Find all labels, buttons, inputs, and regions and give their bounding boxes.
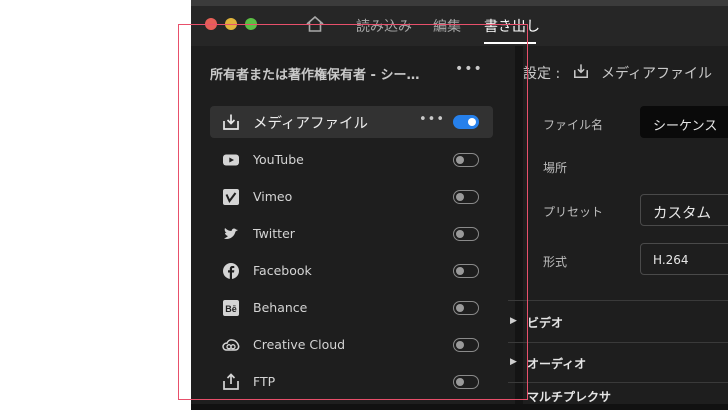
destination-label: Creative Cloud [253, 337, 346, 352]
settings-header: 設定 : [523, 66, 561, 82]
destination-label: メディアファイル [253, 116, 368, 132]
destination-toggle[interactable] [453, 338, 479, 352]
home-icon[interactable] [306, 16, 324, 32]
destination-toggle[interactable] [453, 264, 479, 278]
panel-divider[interactable] [515, 46, 523, 410]
premiere-export-window: 読み込み 編集 書き出し 所有者または著作権保有者 - シーケン… ••• メデ… [191, 0, 728, 410]
location-label: 場所 [543, 161, 568, 175]
active-tab-indicator [484, 42, 536, 44]
preset-value: カスタム [653, 206, 711, 222]
tab-edit[interactable]: 編集 [433, 16, 461, 36]
export-settings-panel: 設定 : メディアファイル ファイル名 シーケンス 場所 プリセット カスタム … [508, 46, 728, 410]
format-select[interactable]: H.264 [640, 243, 728, 275]
destination-toggle[interactable] [453, 153, 479, 167]
panel-more-icon[interactable]: ••• [455, 61, 483, 77]
section-label: オーディオ [527, 357, 587, 371]
title-bar: 読み込み 編集 書き出し [191, 6, 728, 46]
destination-label: YouTube [253, 152, 304, 167]
zoom-window-button[interactable] [245, 18, 257, 30]
destination-vimeo[interactable]: Vimeo [210, 181, 493, 213]
media-file-download-icon [574, 64, 588, 78]
preset-label: プリセット [543, 205, 604, 219]
media-file-download-icon [223, 114, 239, 130]
destination-creative-cloud[interactable]: Creative Cloud [210, 329, 493, 361]
filename-input[interactable]: シーケンス [640, 106, 728, 138]
ftp-upload-icon [223, 373, 239, 390]
destination-toggle[interactable] [453, 227, 479, 241]
facebook-icon [223, 263, 239, 279]
destinations-panel: 所有者または著作権保有者 - シーケン… ••• メディアファイル ••• Yo… [191, 46, 516, 410]
section-divider [508, 300, 728, 301]
format-value: H.264 [653, 253, 689, 267]
twitter-icon [224, 228, 238, 239]
section-label: ビデオ [527, 316, 564, 330]
filename-value: シーケンス [653, 119, 718, 134]
destination-toggle[interactable] [453, 301, 479, 315]
destination-twitter[interactable]: Twitter [210, 218, 493, 250]
destination-toggle[interactable] [453, 375, 479, 389]
destination-label: Behance [253, 300, 308, 315]
window-bottom-edge [191, 404, 728, 410]
minimize-window-button[interactable] [225, 18, 237, 30]
format-label: 形式 [543, 255, 568, 269]
destination-label: Twitter [253, 226, 295, 241]
destination-behance[interactable]: Bē Behance [210, 292, 493, 324]
chevron-right-icon: ▶ [510, 357, 517, 367]
youtube-icon [223, 154, 239, 166]
tab-export[interactable]: 書き出し [484, 16, 540, 36]
creative-cloud-icon [222, 339, 240, 351]
preset-select[interactable]: カスタム [640, 194, 728, 226]
settings-destination-name: メディアファイル [601, 66, 713, 82]
destination-youtube[interactable]: YouTube [210, 144, 493, 176]
chevron-right-icon: ▶ [510, 316, 517, 326]
destination-media-file[interactable]: メディアファイル ••• [210, 106, 493, 138]
destination-toggle[interactable] [453, 115, 479, 129]
svg-text:Bē: Bē [225, 304, 237, 314]
behance-icon: Bē [223, 300, 239, 316]
tab-import[interactable]: 読み込み [356, 16, 412, 36]
destination-label: Vimeo [253, 189, 293, 204]
destination-ftp[interactable]: FTP [210, 366, 493, 398]
destination-more-icon[interactable]: ••• [419, 112, 445, 127]
destination-toggle[interactable] [453, 190, 479, 204]
vimeo-icon [223, 189, 239, 205]
section-divider [508, 342, 728, 343]
filename-label: ファイル名 [543, 118, 604, 132]
destination-facebook[interactable]: Facebook [210, 255, 493, 287]
panel-title: 所有者または著作権保有者 - シーケン… [210, 68, 430, 83]
destination-label: Facebook [253, 263, 312, 278]
section-divider [508, 382, 728, 383]
close-window-button[interactable] [205, 18, 217, 30]
section-label: マルチプレクサ [527, 390, 612, 404]
destination-label: FTP [253, 374, 276, 389]
